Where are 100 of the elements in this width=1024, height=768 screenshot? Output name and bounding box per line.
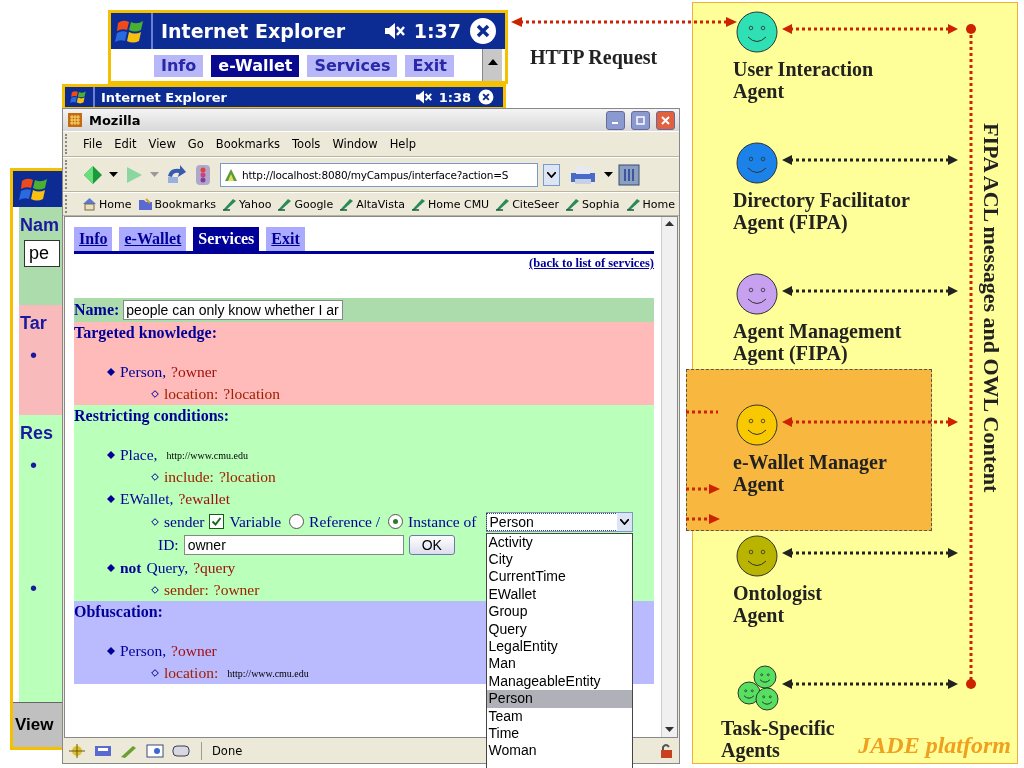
dropdown-caret-icon[interactable] bbox=[109, 171, 118, 178]
checkbox[interactable] bbox=[209, 514, 225, 529]
menu-item[interactable]: View bbox=[142, 135, 182, 153]
variable-text: ?location bbox=[218, 468, 276, 486]
close-icon[interactable] bbox=[477, 89, 495, 105]
speaker-muted-icon bbox=[414, 89, 433, 105]
close-icon[interactable] bbox=[469, 17, 497, 45]
close-button[interactable] bbox=[656, 110, 675, 130]
menu-item[interactable]: File bbox=[77, 135, 109, 153]
page-tab[interactable]: e-Wallet bbox=[119, 227, 187, 251]
navigator-icon[interactable] bbox=[67, 742, 87, 759]
scrollbar[interactable] bbox=[661, 217, 677, 737]
scrollbar[interactable] bbox=[482, 49, 502, 81]
bookmark-link[interactable]: Home CMU bbox=[410, 197, 490, 211]
agent-label: Ontologist Agent bbox=[733, 582, 822, 626]
variable-text: ?location bbox=[223, 385, 281, 403]
section-heading: Targeted knowledge: bbox=[74, 323, 217, 344]
radio-button[interactable] bbox=[388, 514, 404, 529]
radio-button[interactable] bbox=[289, 514, 305, 529]
maximize-icon[interactable] bbox=[636, 115, 645, 125]
url-text: http://localhost:8080/myCampus/interface?action=S bbox=[242, 168, 509, 181]
dropdown-option[interactable]: Activity bbox=[486, 533, 632, 551]
dropdown-caret-icon[interactable] bbox=[604, 171, 613, 178]
menu-item[interactable]: Tools bbox=[286, 135, 327, 153]
dropdown-option[interactable]: Group bbox=[486, 603, 632, 621]
menu-item[interactable]: Edit bbox=[108, 135, 143, 153]
scroll-up-icon[interactable] bbox=[665, 221, 674, 227]
agent-label: Directory Facilitator Agent (FIPA) bbox=[733, 189, 910, 233]
bookmark-pen-icon bbox=[410, 197, 426, 211]
menu-item[interactable]: View bbox=[13, 715, 54, 735]
bookmark-link[interactable]: CiteSeer bbox=[495, 197, 560, 211]
bookmark-link[interactable]: Home bbox=[82, 197, 132, 211]
bookmark-link[interactable]: Home bbox=[625, 197, 675, 211]
class-text: Person, bbox=[120, 363, 167, 381]
bookmark-link[interactable]: Bookmarks bbox=[137, 197, 216, 211]
address-book-icon[interactable] bbox=[145, 742, 165, 759]
back-link[interactable]: (back to list of services) bbox=[529, 256, 654, 271]
menu-item[interactable]: Help bbox=[383, 135, 422, 153]
dropdown-option[interactable]: Woman bbox=[486, 742, 632, 760]
type-dropdown[interactable]: Person bbox=[485, 511, 633, 532]
dropdown-option[interactable]: Person bbox=[486, 690, 632, 708]
page-tab[interactable]: Info bbox=[74, 227, 113, 251]
bookmark-pen-icon bbox=[565, 197, 581, 211]
address-field[interactable]: http://localhost:8080/myCampus/interface?action=S bbox=[220, 162, 538, 187]
caret-icon[interactable] bbox=[547, 171, 556, 178]
ok-button[interactable]: OK bbox=[408, 535, 455, 555]
bookmark-link[interactable]: Sophia bbox=[565, 197, 620, 211]
maximize-button[interactable] bbox=[631, 110, 650, 130]
dropdown-option[interactable]: ManageableEntity bbox=[486, 672, 632, 691]
name-field[interactable]: pe bbox=[24, 240, 60, 267]
dropdown-option[interactable]: City bbox=[486, 550, 632, 569]
pda-tab[interactable]: e-Wallet bbox=[211, 55, 300, 77]
dropdown-option[interactable]: CurrentTime bbox=[486, 568, 632, 586]
name-field[interactable]: people can only know whether I ar bbox=[123, 300, 344, 320]
menu-item[interactable]: Go bbox=[181, 135, 210, 153]
page-tab[interactable]: Exit bbox=[266, 227, 305, 251]
sub-bullet-icon bbox=[151, 517, 159, 526]
link-line bbox=[686, 410, 718, 414]
caret-icon[interactable] bbox=[619, 518, 629, 525]
class-text: Place, bbox=[120, 446, 158, 464]
bullet-icon bbox=[107, 451, 115, 459]
link-arrow bbox=[686, 514, 720, 524]
dropdown-option[interactable]: Query bbox=[486, 620, 632, 638]
status-text: Done bbox=[212, 743, 243, 758]
stop-icon[interactable] bbox=[193, 163, 213, 186]
pda-tab[interactable]: Services bbox=[307, 55, 398, 77]
bookmark-pen-icon bbox=[495, 197, 511, 211]
bus-label: FIPA ACL messages and OWL Content bbox=[978, 123, 1004, 493]
link-arrow bbox=[686, 484, 720, 494]
dropdown-option[interactable]: Man bbox=[486, 655, 632, 673]
radio-label: Reference / bbox=[309, 512, 381, 531]
menu-item[interactable]: Bookmarks bbox=[209, 135, 287, 153]
dropdown-button[interactable] bbox=[543, 163, 560, 186]
property-text: location: bbox=[164, 385, 219, 403]
scroll-up-icon[interactable] bbox=[486, 57, 499, 67]
bookmark-link[interactable]: Google bbox=[277, 197, 334, 211]
class-text: Query, bbox=[146, 559, 189, 577]
url-text: http://www.cmu.edu bbox=[166, 449, 248, 461]
dropdown-option[interactable]: LegalEntity bbox=[486, 637, 632, 656]
menu-item[interactable]: Window bbox=[326, 135, 384, 153]
bookmark-link[interactable]: AltaVista bbox=[339, 197, 405, 211]
chat-icon[interactable] bbox=[171, 742, 191, 759]
id-field[interactable]: owner bbox=[183, 535, 404, 555]
pda-tab[interactable]: Info bbox=[154, 55, 204, 77]
keyword-text: not bbox=[120, 559, 142, 577]
page-tab[interactable]: Services bbox=[193, 227, 260, 251]
radio-label: Instance of bbox=[408, 512, 477, 531]
bullet-icon bbox=[107, 495, 115, 503]
pda-tab[interactable]: Exit bbox=[405, 55, 454, 77]
sub-bullet-icon bbox=[151, 586, 159, 594]
dropdown-option[interactable]: Team bbox=[486, 707, 632, 725]
minimize-button[interactable] bbox=[606, 110, 625, 130]
throbber-icon[interactable] bbox=[618, 163, 640, 186]
scroll-down-icon[interactable] bbox=[665, 727, 674, 733]
dropdown-option[interactable]: EWallet bbox=[486, 585, 632, 604]
section-heading: Tar bbox=[20, 313, 47, 334]
bookmark-link[interactable]: Yahoo bbox=[222, 197, 272, 211]
back-icon[interactable] bbox=[82, 163, 104, 186]
check-icon bbox=[211, 516, 223, 527]
dropdown-option[interactable]: Time bbox=[486, 724, 632, 743]
